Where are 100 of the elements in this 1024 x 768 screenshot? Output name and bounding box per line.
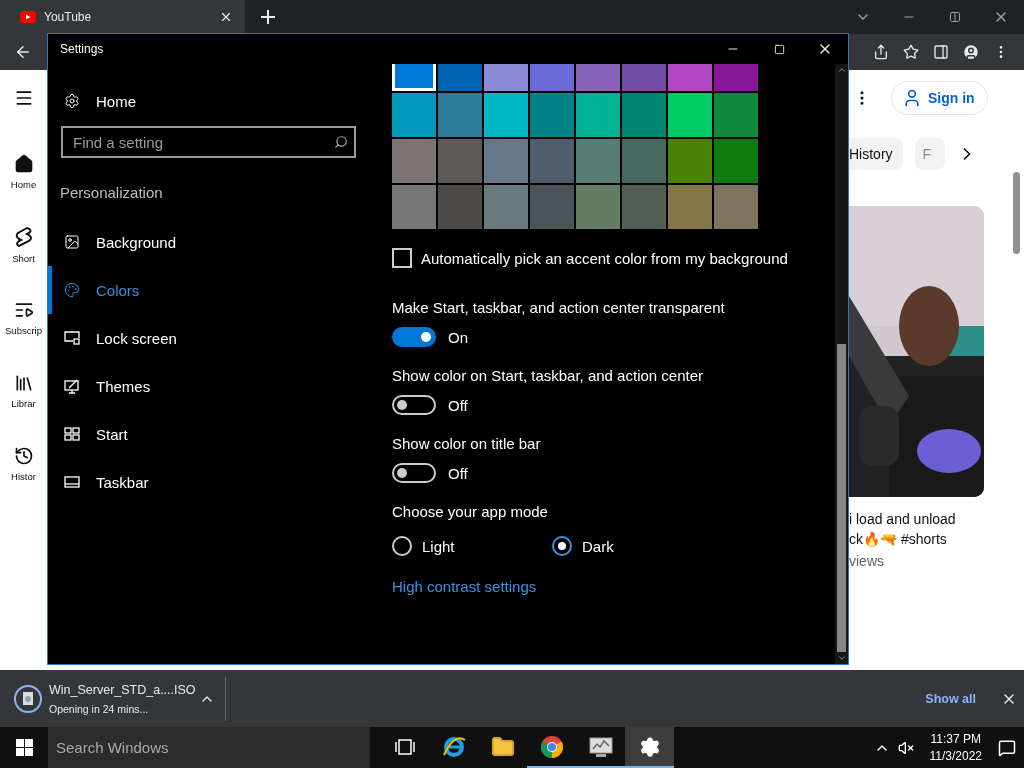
high-contrast-link[interactable]: High contrast settings bbox=[392, 577, 537, 597]
taskbar-icon bbox=[64, 476, 80, 488]
rail-item[interactable]: Short bbox=[0, 208, 47, 281]
profile-icon[interactable] bbox=[962, 43, 980, 61]
color-swatch[interactable] bbox=[668, 93, 712, 137]
radio-label: Dark bbox=[582, 537, 614, 555]
radio-button[interactable] bbox=[552, 536, 572, 556]
scrollbar-thumb[interactable] bbox=[837, 343, 846, 653]
checkbox-label: Automatically pick an accent color from my background bbox=[421, 249, 788, 267]
toggle-switch[interactable] bbox=[392, 327, 436, 347]
folder-icon[interactable] bbox=[490, 734, 515, 759]
color-swatch[interactable] bbox=[484, 93, 528, 137]
start-icon bbox=[64, 427, 80, 441]
nav-item[interactable]: Taskbar bbox=[48, 458, 392, 506]
rail-label: Home bbox=[10, 178, 37, 190]
color-swatch[interactable] bbox=[392, 93, 436, 137]
color-swatch[interactable] bbox=[530, 93, 574, 137]
color-swatch[interactable] bbox=[668, 185, 712, 229]
windows-logo-icon[interactable] bbox=[15, 739, 33, 756]
toggle-state: Off bbox=[448, 464, 468, 482]
rail-item[interactable]: Home bbox=[0, 135, 47, 208]
history-icon bbox=[13, 445, 34, 466]
color-swatch[interactable] bbox=[438, 185, 482, 229]
color-swatch[interactable] bbox=[668, 139, 712, 183]
color-swatch[interactable] bbox=[530, 185, 574, 229]
lock-icon bbox=[64, 331, 80, 345]
setting-label: Show color on Start, taskbar, and action center bbox=[392, 366, 704, 386]
filter-chip[interactable]: History bbox=[849, 138, 903, 170]
nav-item[interactable]: Colors bbox=[48, 266, 392, 314]
clock[interactable]: 11:37 PM 11/3/2022 bbox=[929, 732, 982, 763]
themes-icon bbox=[64, 378, 80, 394]
monitor-icon[interactable] bbox=[587, 735, 614, 758]
color-swatch[interactable] bbox=[576, 93, 620, 137]
notification-icon[interactable] bbox=[998, 738, 1016, 757]
color-swatch[interactable] bbox=[714, 139, 758, 183]
muted-volume-icon[interactable] bbox=[897, 739, 914, 756]
close-tab-icon[interactable] bbox=[219, 10, 233, 24]
video-views: views bbox=[849, 553, 885, 569]
color-swatch[interactable] bbox=[622, 93, 666, 137]
rail-label: Subscrip bbox=[5, 324, 42, 336]
rail-item[interactable]: Subscrip bbox=[0, 281, 47, 354]
share-icon[interactable] bbox=[873, 44, 889, 60]
rail-item[interactable]: Histor bbox=[0, 427, 47, 500]
radio-button[interactable] bbox=[392, 536, 412, 556]
nav-item[interactable]: Lock screen bbox=[48, 314, 392, 362]
maximize-icon[interactable] bbox=[773, 43, 785, 55]
radio-label: Light bbox=[422, 537, 455, 555]
settings-icon bbox=[64, 93, 80, 109]
setting-label: Choose your app mode bbox=[392, 502, 549, 522]
window-title: Settings bbox=[60, 42, 105, 56]
color-swatch[interactable] bbox=[530, 139, 574, 183]
show-all-link[interactable]: Show all bbox=[925, 691, 976, 706]
color-swatch[interactable] bbox=[392, 185, 436, 229]
color-swatch[interactable] bbox=[438, 139, 482, 183]
search-icon bbox=[334, 135, 348, 149]
color-swatch[interactable] bbox=[622, 185, 666, 229]
toggle-switch[interactable] bbox=[392, 395, 436, 415]
color-swatch[interactable] bbox=[622, 139, 666, 183]
nav-item[interactable]: Background bbox=[48, 218, 392, 266]
setting-label: Make Start, taskbar, and action center transparent bbox=[392, 298, 726, 318]
color-swatch[interactable] bbox=[484, 139, 528, 183]
bookmark-star-icon[interactable] bbox=[903, 44, 919, 60]
color-swatch[interactable] bbox=[714, 93, 758, 137]
color-swatch[interactable] bbox=[392, 139, 436, 183]
scrollbar-thumb[interactable] bbox=[1013, 172, 1020, 254]
back-icon[interactable] bbox=[14, 43, 32, 61]
toggle-state: Off bbox=[448, 396, 468, 414]
chrome-icon[interactable] bbox=[539, 734, 564, 759]
color-swatch[interactable] bbox=[576, 185, 620, 229]
taskbar-search-field[interactable]: Search Windows bbox=[48, 727, 370, 768]
download-status: Opening in 24 mins... bbox=[49, 702, 150, 715]
toggle-state: On bbox=[448, 328, 468, 346]
restore-icon[interactable] bbox=[949, 11, 961, 23]
rail-label: Librar bbox=[11, 397, 36, 409]
video-title[interactable]: i load and unload ck🔥🔫 #shorts bbox=[849, 509, 1024, 549]
rail-item[interactable]: Librar bbox=[0, 354, 47, 427]
settings-icon[interactable] bbox=[638, 735, 661, 758]
user-icon bbox=[902, 88, 922, 108]
color-swatch[interactable] bbox=[438, 93, 482, 137]
home-nav-item[interactable]: Home bbox=[48, 86, 392, 116]
search-field[interactable]: Find a setting bbox=[61, 126, 356, 158]
nav-item[interactable]: Start bbox=[48, 410, 392, 458]
side-panel-icon[interactable] bbox=[933, 44, 949, 60]
color-swatch[interactable] bbox=[484, 185, 528, 229]
nav-item[interactable]: Themes bbox=[48, 362, 392, 410]
color-swatch[interactable] bbox=[576, 139, 620, 183]
task-view-icon[interactable] bbox=[394, 738, 415, 755]
browser-tab[interactable]: YouTube bbox=[0, 0, 245, 34]
checkbox[interactable] bbox=[392, 248, 412, 268]
colors-icon bbox=[64, 282, 80, 298]
tab-title: YouTube bbox=[44, 10, 93, 24]
rail-label: Short bbox=[12, 252, 35, 264]
scroll-down-icon[interactable] bbox=[836, 653, 847, 663]
home-icon bbox=[13, 153, 34, 174]
new-tab-icon[interactable] bbox=[261, 10, 275, 24]
file-icon bbox=[14, 684, 42, 713]
color-swatch[interactable] bbox=[714, 185, 758, 229]
toggle-switch[interactable] bbox=[392, 463, 436, 483]
download-filename[interactable]: Win_Server_STD_a....ISO bbox=[49, 682, 199, 697]
browser-e-icon[interactable] bbox=[441, 734, 466, 759]
